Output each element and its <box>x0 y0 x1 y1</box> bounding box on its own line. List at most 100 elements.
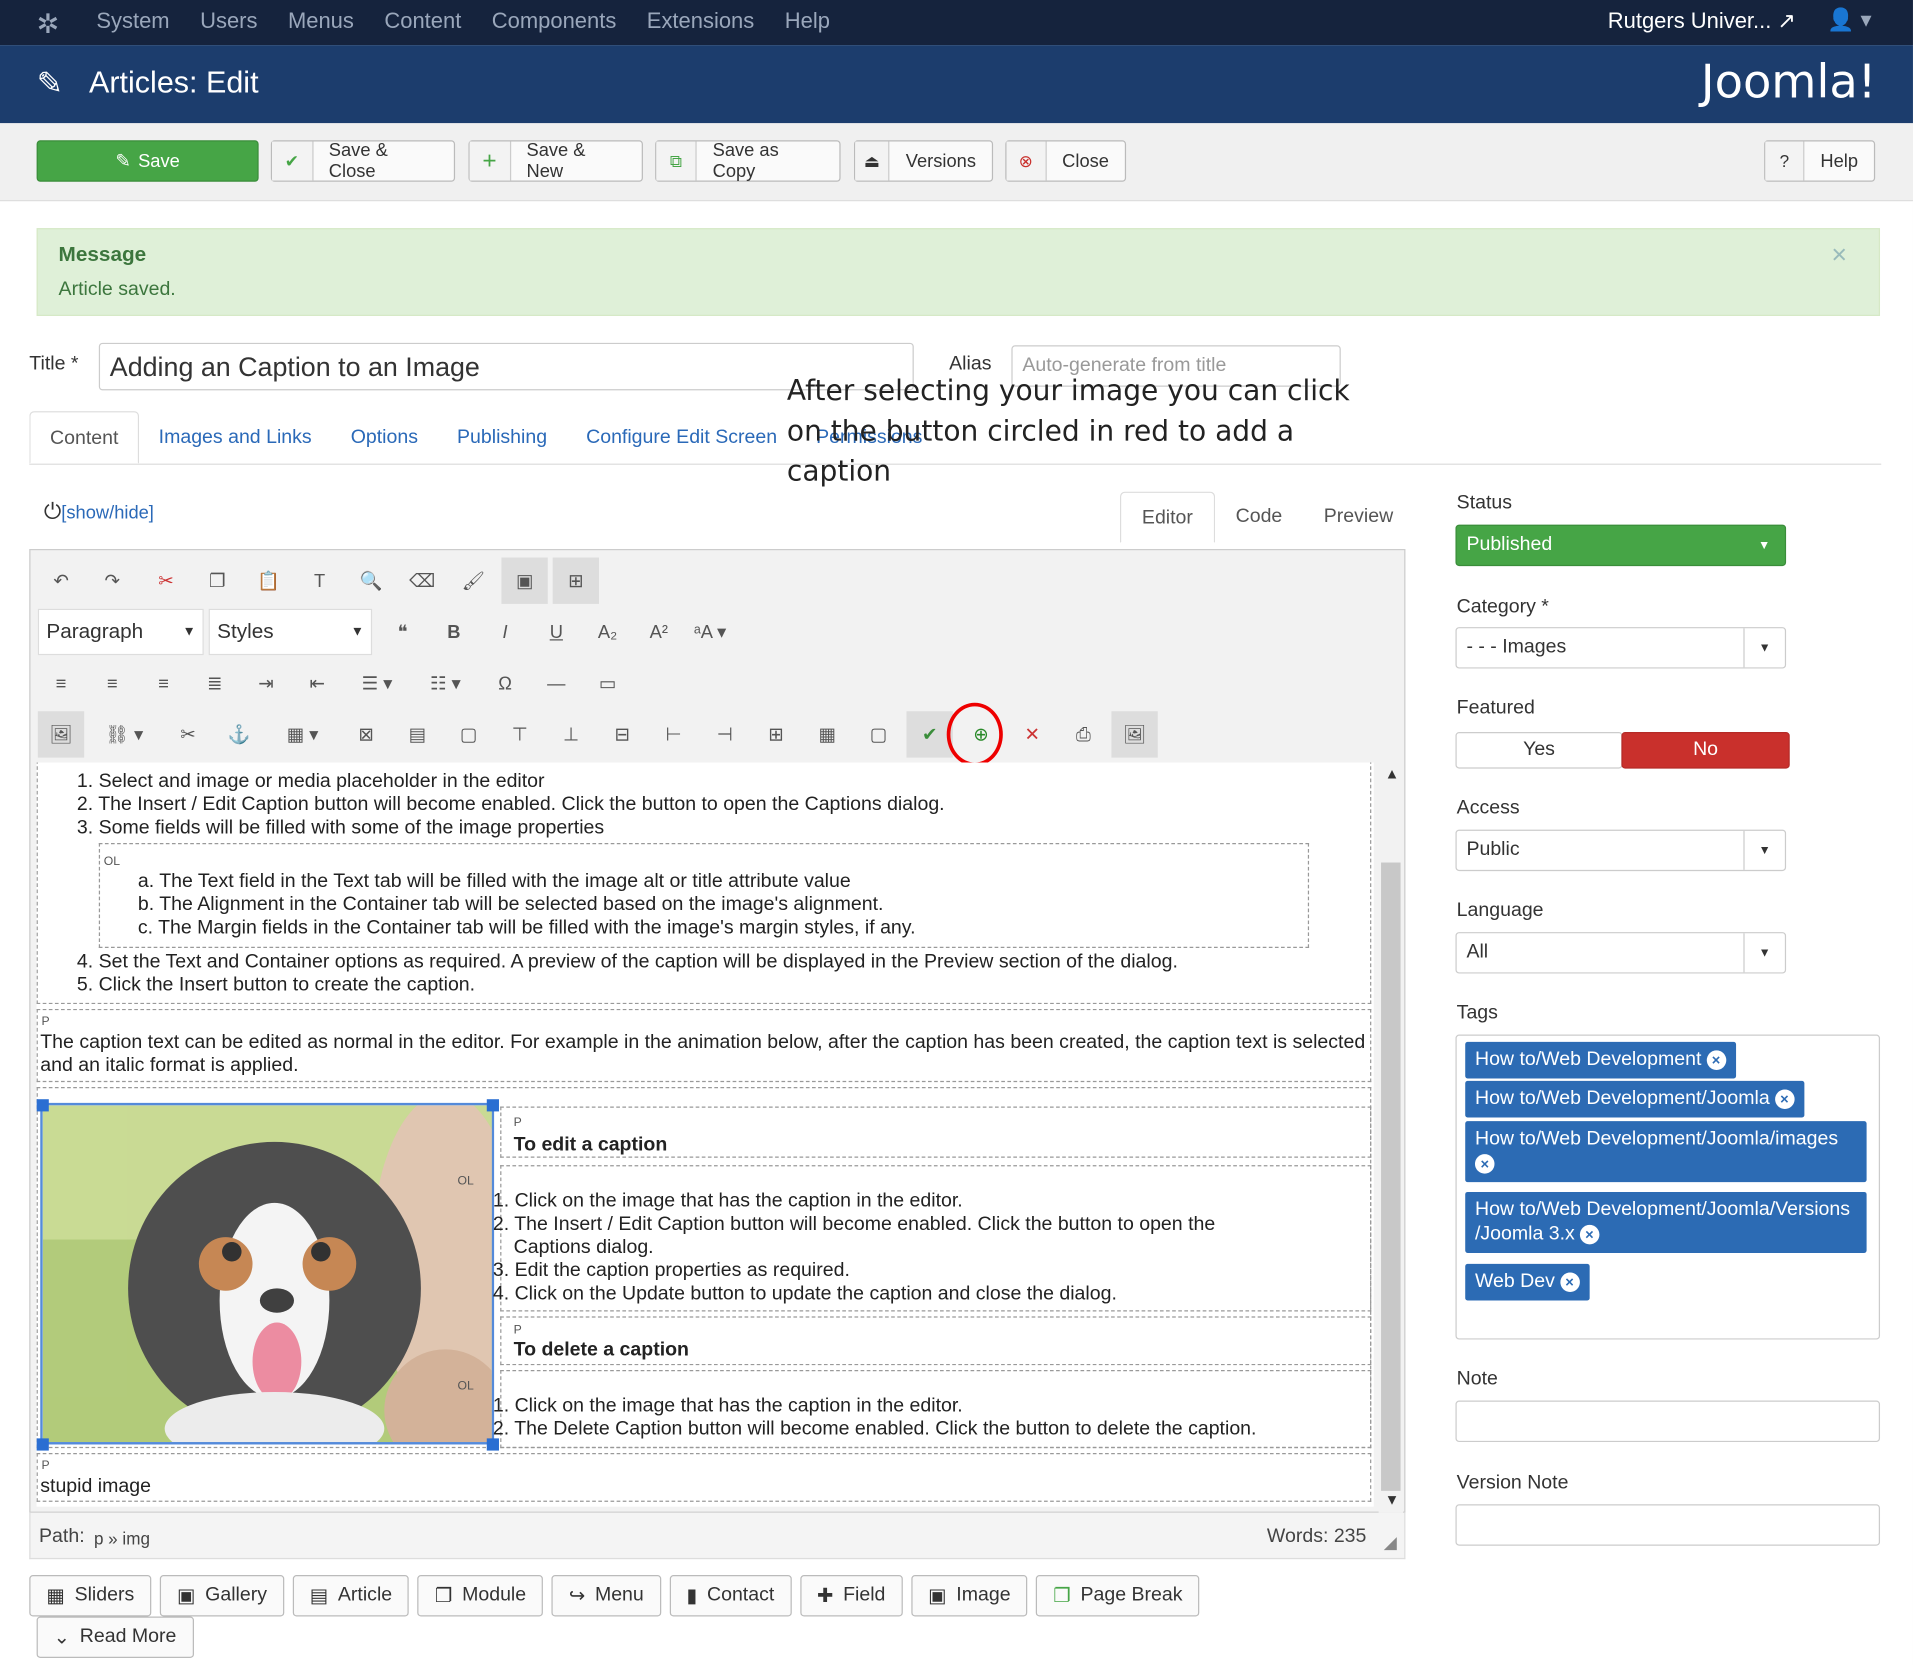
access-select[interactable]: Public ▼ <box>1455 829 1787 872</box>
category-select[interactable]: - - - Images ▼ <box>1455 627 1787 669</box>
joomla-logo-icon[interactable]: ✲ <box>37 9 59 41</box>
unlink-icon[interactable]: ✂ <box>165 711 211 757</box>
remove-tag-icon[interactable]: × <box>1559 1272 1580 1292</box>
remove-tag-icon[interactable]: × <box>1474 1154 1495 1174</box>
bold-icon[interactable]: B <box>431 609 477 655</box>
help-button[interactable]: ? Help <box>1764 140 1876 182</box>
menu-extensions[interactable]: Extensions <box>647 9 754 35</box>
superscript-icon[interactable]: A² <box>636 609 682 655</box>
cut-icon[interactable]: ✂ <box>143 558 189 604</box>
text-case-icon[interactable]: ᵃA ▾ <box>687 609 733 655</box>
featured-yes[interactable]: Yes <box>1455 732 1623 769</box>
editor-document[interactable]: 1. Select and image or media placeholder… <box>36 762 1374 1507</box>
delete-col-icon[interactable]: ⊞ <box>753 711 799 757</box>
read-more-button[interactable]: ⌄ Read More <box>36 1616 194 1658</box>
version-note-input[interactable] <box>1455 1504 1881 1546</box>
outdent-icon[interactable]: ⇤ <box>294 660 340 706</box>
note-input[interactable] <box>1455 1400 1881 1443</box>
tab-editor[interactable]: Editor <box>1119 491 1215 543</box>
user-menu-icon[interactable]: 👤 ▾ <box>1827 7 1871 33</box>
menu-button[interactable]: ↪ Menu <box>551 1575 661 1617</box>
puppy-image[interactable] <box>40 1102 495 1445</box>
tab-options[interactable]: Options <box>331 411 437 463</box>
align-right-icon[interactable]: ≡ <box>140 660 186 706</box>
insert-col-before-icon[interactable]: ⊢ <box>650 711 696 757</box>
save-button[interactable]: ✎ Save <box>36 140 259 182</box>
styles-select[interactable]: Styles ▼ <box>208 608 373 656</box>
element-path[interactable]: p » img <box>94 1529 150 1549</box>
editor-scrollbar[interactable]: ▲ ▼ <box>1378 762 1403 1513</box>
format-painter-icon[interactable]: 🖌 <box>450 558 496 604</box>
blockquote-icon[interactable]: ❝ <box>379 609 425 655</box>
save-copy-button[interactable]: ⧉ Save as Copy <box>655 140 841 182</box>
language-select[interactable]: All ▼ <box>1455 932 1787 974</box>
scroll-down-icon[interactable]: ▼ <box>1385 1491 1400 1508</box>
copy-text-icon[interactable]: ❐ <box>194 558 240 604</box>
media-manager-icon[interactable]: 🖼 <box>1111 711 1158 758</box>
delete-table-icon[interactable]: ⊠ <box>343 711 389 757</box>
format-select[interactable]: Paragraph ▼ <box>37 608 204 656</box>
link-icon[interactable]: ⛓ ▾ <box>89 711 160 757</box>
resize-grip-icon[interactable]: ◢ <box>1384 1532 1397 1553</box>
eraser-icon[interactable]: ⌫ <box>399 558 445 604</box>
align-center-icon[interactable]: ≡ <box>89 660 135 706</box>
field-button[interactable]: ✚ Field <box>799 1575 903 1617</box>
delete-row-icon[interactable]: ⊟ <box>599 711 645 757</box>
save-new-button[interactable]: + Save & New <box>468 140 643 182</box>
paste-icon[interactable]: 📋 <box>245 558 291 604</box>
tab-preview[interactable]: Preview <box>1303 492 1414 543</box>
preview-icon[interactable]: ▣ <box>501 557 548 604</box>
horizontal-rule-icon[interactable]: — <box>533 660 579 706</box>
redo-icon[interactable]: ↷ <box>89 558 135 604</box>
menu-help[interactable]: Help <box>785 9 830 35</box>
italic-icon[interactable]: I <box>482 609 528 655</box>
undo-icon[interactable]: ↶ <box>38 558 84 604</box>
site-link[interactable]: Rutgers Univer... ↗ <box>1608 9 1796 35</box>
image-button[interactable]: ▣ Image <box>911 1575 1028 1617</box>
align-justify-icon[interactable]: ≣ <box>192 660 238 706</box>
contact-button[interactable]: ▮ Contact <box>669 1575 792 1617</box>
remove-tag-icon[interactable]: × <box>1706 1050 1726 1070</box>
featured-no[interactable]: No <box>1621 732 1790 769</box>
tab-content[interactable]: Content <box>29 411 140 464</box>
article-button[interactable]: ▤ Article <box>292 1575 410 1617</box>
align-left-icon[interactable]: ≡ <box>38 660 84 706</box>
row-props-icon[interactable]: ▤ <box>394 711 440 757</box>
gallery-button[interactable]: ▣ Gallery <box>159 1575 285 1617</box>
menu-content[interactable]: Content <box>384 9 461 35</box>
close-button[interactable]: ⊗ Close <box>1005 140 1127 182</box>
merge-cells-icon[interactable]: ▦ <box>804 711 850 757</box>
sliders-button[interactable]: ▦ Sliders <box>29 1575 152 1617</box>
insert-row-before-icon[interactable]: ⊤ <box>497 711 543 757</box>
print-icon[interactable]: ⎙ <box>1060 711 1106 757</box>
insert-row-after-icon[interactable]: ⊥ <box>548 711 594 757</box>
special-char-icon[interactable]: Ω <box>482 660 528 706</box>
scroll-up-icon[interactable]: ▲ <box>1385 765 1400 782</box>
anchor-icon[interactable]: ⚓ <box>216 711 262 757</box>
tab-configure-edit-screen[interactable]: Configure Edit Screen <box>567 411 797 463</box>
show-hide-toggle[interactable]: ⏻[show/hide] <box>44 499 154 525</box>
underline-icon[interactable]: U <box>533 609 579 655</box>
menu-system[interactable]: System <box>96 9 169 35</box>
tags-field[interactable]: How to/Web Development × How to/Web Devel… <box>1455 1034 1881 1340</box>
scroll-thumb[interactable] <box>1381 862 1401 1491</box>
module-button[interactable]: ❐ Module <box>417 1575 544 1617</box>
versions-button[interactable]: ⏏ Versions <box>854 140 994 182</box>
numbered-list-icon[interactable]: ☰ ▾ <box>345 660 408 706</box>
split-cells-icon[interactable]: ▢ <box>855 711 901 757</box>
menu-components[interactable]: Components <box>492 9 617 35</box>
find-replace-icon[interactable]: 🔍 <box>348 558 394 604</box>
remove-tag-icon[interactable]: × <box>1579 1224 1600 1245</box>
bullet-list-icon[interactable]: ☷ ▾ <box>414 660 477 706</box>
status-select[interactable]: Published ▼ <box>1455 524 1787 567</box>
resize-handle[interactable] <box>36 1438 49 1451</box>
tab-publishing[interactable]: Publishing <box>437 411 566 463</box>
close-alert-icon[interactable]: × <box>1831 239 1847 271</box>
menu-menus[interactable]: Menus <box>288 9 354 35</box>
insert-col-after-icon[interactable]: ⊣ <box>702 711 748 757</box>
subscript-icon[interactable]: A₂ <box>584 609 630 655</box>
indent-icon[interactable]: ⇥ <box>243 660 289 706</box>
paste-text-icon[interactable]: T <box>296 558 342 604</box>
save-close-button[interactable]: ✔ Save & Close <box>270 140 456 182</box>
tab-code[interactable]: Code <box>1215 492 1303 543</box>
